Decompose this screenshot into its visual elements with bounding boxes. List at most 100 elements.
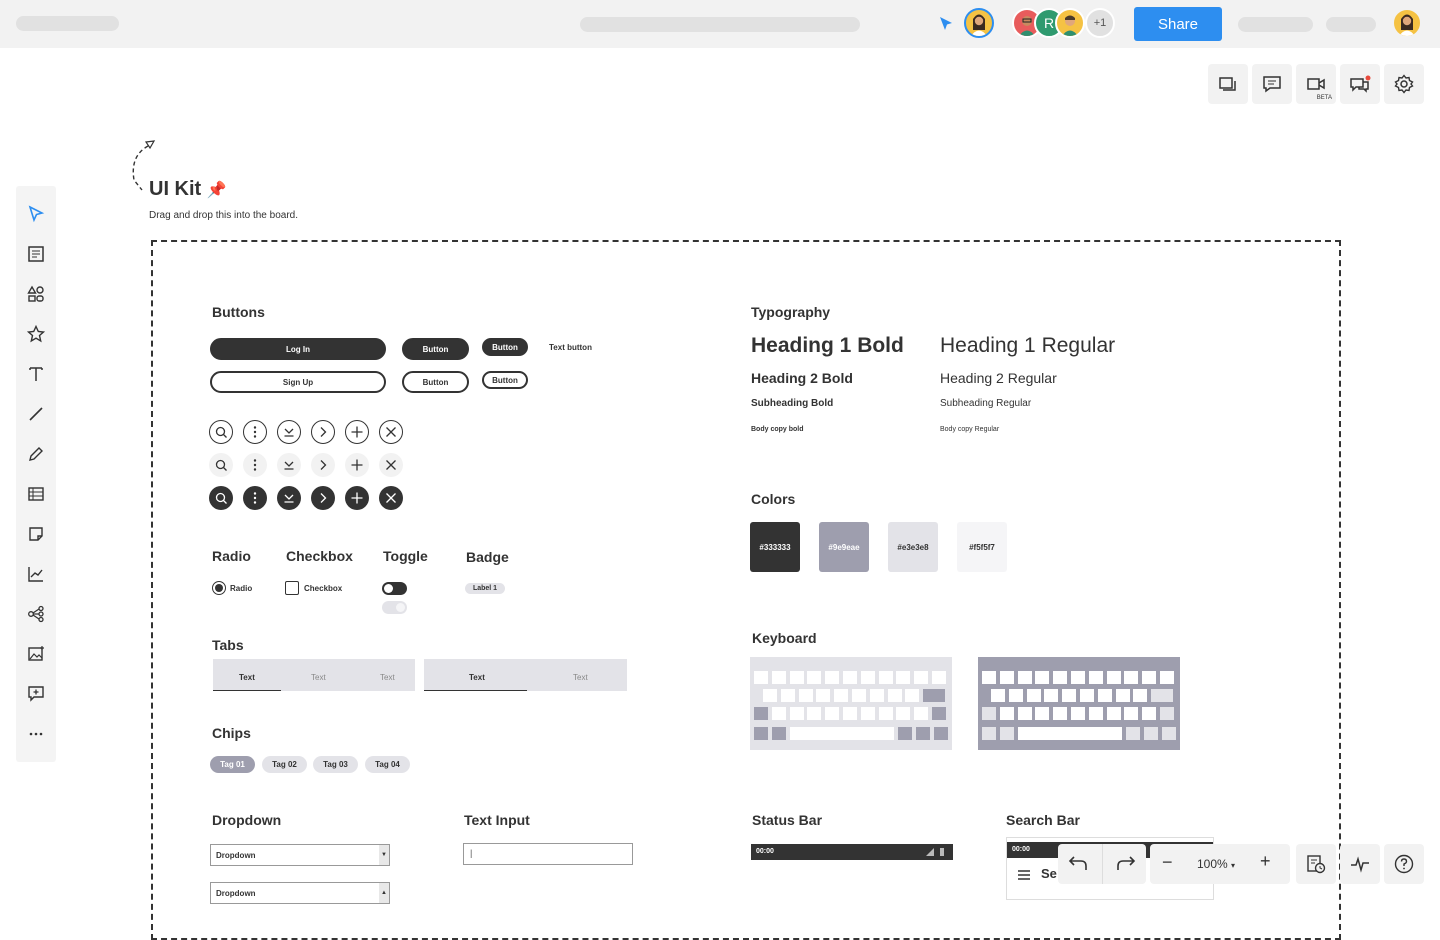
chip[interactable]: Tag 03	[313, 756, 358, 773]
color-swatch[interactable]: #f5f5f7	[957, 522, 1007, 572]
user-avatar[interactable]	[1392, 8, 1422, 38]
more-vertical-icon-button[interactable]	[243, 453, 267, 477]
chip[interactable]: Tag 02	[262, 756, 307, 773]
button-dark-medium[interactable]: Button	[402, 338, 469, 360]
keyboard-key	[1133, 689, 1148, 702]
select-tool[interactable]	[24, 202, 48, 226]
keyboard-key	[754, 707, 768, 720]
chat-icon	[1350, 75, 1371, 93]
dropdown-collapsed[interactable]: Dropdown ▼	[210, 844, 390, 866]
board-name-placeholder[interactable]	[16, 16, 119, 31]
toggle-off[interactable]	[382, 601, 407, 614]
color-swatch[interactable]: #e3e3e8	[888, 522, 938, 572]
chevron-right-icon-button[interactable]	[311, 486, 335, 510]
download-icon-button[interactable]	[277, 453, 301, 477]
comments-button[interactable]	[1252, 64, 1292, 104]
menu-placeholder[interactable]	[1326, 17, 1376, 32]
presentation-button[interactable]	[1208, 64, 1248, 104]
tab[interactable]: Text	[573, 673, 588, 682]
tab-active[interactable]: Text	[469, 673, 485, 682]
keyboard-key	[916, 727, 930, 740]
checkbox[interactable]	[285, 581, 299, 595]
history-button[interactable]	[1296, 844, 1336, 884]
tab[interactable]: Text	[311, 673, 326, 682]
help-button[interactable]	[1384, 844, 1424, 884]
keyboard-key	[869, 689, 884, 702]
image-tool[interactable]	[24, 642, 48, 666]
chart-tool[interactable]	[24, 562, 48, 586]
chevron-right-icon-button[interactable]	[311, 420, 335, 444]
zoom-in-button[interactable]: +	[1260, 851, 1271, 872]
more-vertical-icon	[253, 426, 257, 438]
keyboard-key	[1160, 671, 1174, 684]
top-bar: R +1 Share	[0, 0, 1440, 48]
pulse-button[interactable]	[1340, 844, 1380, 884]
more-vertical-icon-button[interactable]	[243, 420, 267, 444]
download-icon	[284, 494, 294, 503]
dropdown-expanded[interactable]: Dropdown ▲	[210, 882, 390, 904]
download-icon-button[interactable]	[277, 420, 301, 444]
plus-icon-button[interactable]	[345, 420, 369, 444]
chevron-right-icon-button[interactable]	[311, 453, 335, 477]
text-input[interactable]: |	[463, 843, 633, 865]
tab-active[interactable]: Text	[239, 673, 255, 682]
close-icon-button[interactable]	[379, 486, 403, 510]
tab-group: Text Text	[424, 659, 627, 691]
settings-button[interactable]	[1384, 64, 1424, 104]
table-tool[interactable]	[24, 482, 48, 506]
keyboard-key	[1053, 707, 1068, 720]
favorites-tool[interactable]	[24, 322, 48, 346]
pen-tool[interactable]	[24, 442, 48, 466]
search-icon-button[interactable]	[209, 486, 233, 510]
download-icon-button[interactable]	[277, 486, 301, 510]
comment-icon	[1263, 76, 1281, 93]
plus-icon	[351, 459, 363, 471]
keyboard-key	[1000, 727, 1014, 740]
keyboard-key	[1144, 727, 1158, 740]
search-icon-button[interactable]	[209, 420, 233, 444]
avatar[interactable]	[964, 8, 994, 38]
radio-button[interactable]	[212, 581, 226, 595]
collaborator-avatar[interactable]	[1055, 8, 1085, 38]
button-dark-small[interactable]: Button	[482, 338, 528, 356]
signup-button[interactable]: Sign Up	[210, 371, 386, 393]
redo-button[interactable]	[1114, 852, 1138, 876]
undo-button[interactable]	[1066, 852, 1090, 876]
button-outline-medium[interactable]: Button	[402, 371, 469, 393]
close-icon-button[interactable]	[379, 453, 403, 477]
sticky-note-tool[interactable]	[24, 522, 48, 546]
chip-selected[interactable]: Tag 01	[210, 756, 255, 773]
chip[interactable]: Tag 04	[365, 756, 410, 773]
shapes-tool[interactable]	[24, 282, 48, 306]
text-tool[interactable]	[24, 362, 48, 386]
chat-button[interactable]	[1340, 64, 1380, 104]
menu-placeholder[interactable]	[1238, 17, 1313, 32]
toggle-on[interactable]	[382, 582, 407, 595]
close-icon-button[interactable]	[379, 420, 403, 444]
more-tools[interactable]	[24, 722, 48, 746]
comment-tool[interactable]	[24, 682, 48, 706]
more-collaborators-badge[interactable]: +1	[1085, 8, 1115, 38]
plus-icon-button[interactable]	[345, 486, 369, 510]
more-vertical-icon-button[interactable]	[243, 486, 267, 510]
section-title-chips: Chips	[212, 725, 251, 741]
color-swatch[interactable]: #333333	[750, 522, 800, 572]
zoom-out-button[interactable]: −	[1162, 852, 1173, 873]
plus-icon-button[interactable]	[345, 453, 369, 477]
color-swatch[interactable]: #9e9eae	[819, 522, 869, 572]
zoom-level-dropdown[interactable]: 100% ▾	[1197, 857, 1235, 871]
video-call-button[interactable]: BETA	[1296, 64, 1336, 104]
search-icon-button[interactable]	[209, 453, 233, 477]
line-tool[interactable]	[24, 402, 48, 426]
keyboard-key	[932, 671, 946, 684]
login-button[interactable]: Log In	[210, 338, 386, 360]
board-title-placeholder[interactable]	[580, 17, 860, 32]
share-button[interactable]: Share	[1134, 7, 1222, 41]
button-outline-small[interactable]: Button	[482, 371, 528, 389]
text-button[interactable]: Text button	[549, 343, 592, 352]
tab[interactable]: Text	[380, 673, 395, 682]
mindmap-icon	[28, 605, 44, 623]
templates-tool[interactable]	[24, 242, 48, 266]
cursor-icon[interactable]	[939, 16, 953, 32]
mindmap-tool[interactable]	[24, 602, 48, 626]
